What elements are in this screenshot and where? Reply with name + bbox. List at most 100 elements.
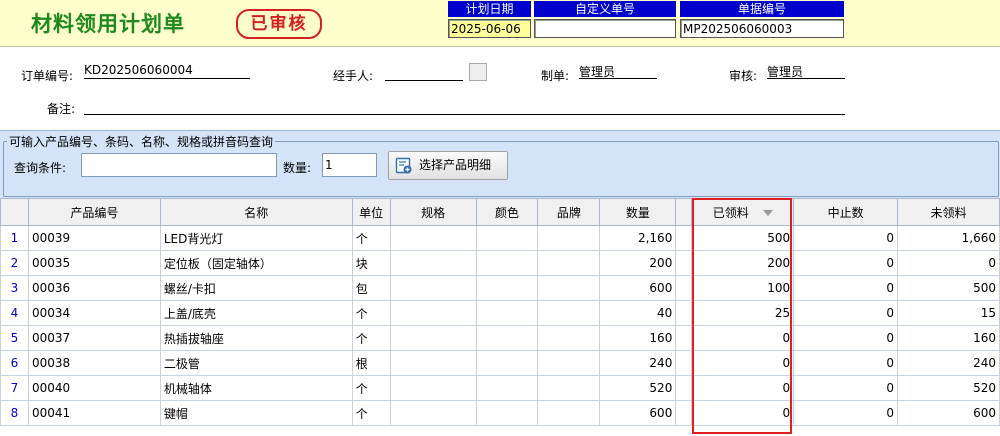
search-input[interactable] [81,153,277,177]
cell-name[interactable]: LED背光灯 [159,225,353,251]
table-row[interactable]: 3 00036 螺丝/卡扣包 600 100 0 500 [0,275,1000,301]
cell-color[interactable] [475,325,539,351]
handler-picker-button[interactable] [469,63,487,81]
cell-received[interactable]: 0 [691,400,795,426]
cell-spec[interactable] [389,375,477,401]
cell-code[interactable]: 00036 [27,275,161,301]
table-row[interactable]: 7 00040 机械轴体个 520 0 0 520 [0,375,1000,401]
cell-qty[interactable]: 160 [599,325,677,351]
cell-qty[interactable]: 520 [599,375,677,401]
cell-unit[interactable]: 个 [351,375,391,401]
cell-code[interactable]: 00038 [27,350,161,376]
cell-unit[interactable]: 包 [351,275,391,301]
cell-brand[interactable] [537,250,601,276]
table-row[interactable]: 6 00038 二极管根 240 0 0 240 [0,350,1000,376]
select-product-button[interactable]: 选择产品明细 [388,151,508,180]
cell-color[interactable] [475,350,539,376]
cell-brand[interactable] [537,375,601,401]
cell-received[interactable]: 25 [691,300,795,326]
cell-code[interactable]: 00037 [27,325,161,351]
cell-spec[interactable] [389,275,477,301]
cell-name[interactable]: 上盖/底壳 [159,300,353,326]
cell-received[interactable]: 0 [691,375,795,401]
cell-stopped[interactable]: 0 [793,375,899,401]
qty-input[interactable]: 1 [322,153,377,177]
col-header-stopped[interactable]: 中止数 [793,198,899,226]
plan-date-field[interactable]: 2025-06-06 [448,19,531,38]
cell-stopped[interactable]: 0 [793,225,899,251]
cell-brand[interactable] [537,225,601,251]
reviewer-field[interactable]: 管理员 [767,63,845,79]
cell-unreceived[interactable]: 160 [897,325,1000,351]
cell-color[interactable] [475,400,539,426]
cell-spec[interactable] [389,400,477,426]
cell-name[interactable]: 二极管 [159,350,353,376]
cell-received[interactable]: 0 [691,350,795,376]
cell-qty[interactable]: 40 [599,300,677,326]
col-header-name[interactable]: 名称 [159,198,353,226]
cell-received[interactable]: 100 [691,275,795,301]
cell-unit[interactable]: 个 [351,325,391,351]
col-header-unreceived[interactable]: 未领料 [897,198,1000,226]
col-header-received[interactable]: 已领料 [691,198,795,226]
cell-unreceived[interactable]: 600 [897,400,1000,426]
cell-name[interactable]: 键帽 [159,400,353,426]
cell-spec[interactable] [389,300,477,326]
cell-unit[interactable]: 块 [351,250,391,276]
cell-color[interactable] [475,275,539,301]
custom-no-field[interactable] [534,19,676,38]
cell-spec[interactable] [389,325,477,351]
cell-color[interactable] [475,375,539,401]
cell-stopped[interactable]: 0 [793,275,899,301]
cell-received[interactable]: 500 [691,225,795,251]
cell-qty[interactable]: 200 [599,250,677,276]
cell-unreceived[interactable]: 1,660 [897,225,1000,251]
col-header-spec[interactable]: 规格 [389,198,477,226]
cell-qty[interactable]: 600 [599,275,677,301]
order-no-field[interactable]: KD202506060004 [84,63,250,79]
cell-unreceived[interactable]: 240 [897,350,1000,376]
table-row[interactable]: 1 00039 LED背光灯个 2,160 500 0 1,660 [0,225,1000,251]
cell-name[interactable]: 定位板（固定轴体） [159,250,353,276]
maker-field[interactable]: 管理员 [579,63,657,79]
cell-unreceived[interactable]: 520 [897,375,1000,401]
cell-brand[interactable] [537,400,601,426]
cell-qty[interactable]: 600 [599,400,677,426]
cell-received[interactable]: 200 [691,250,795,276]
cell-name[interactable]: 热插拔轴座 [159,325,353,351]
cell-unit[interactable]: 根 [351,350,391,376]
table-row[interactable]: 2 00035 定位板（固定轴体）块 200 200 0 0 [0,250,1000,276]
col-header-brand[interactable]: 品牌 [537,198,601,226]
cell-code[interactable]: 00041 [27,400,161,426]
cell-spec[interactable] [389,250,477,276]
table-row[interactable]: 5 00037 热插拔轴座个 160 0 0 160 [0,325,1000,351]
cell-unit[interactable]: 个 [351,400,391,426]
cell-stopped[interactable]: 0 [793,250,899,276]
cell-qty[interactable]: 2,160 [599,225,677,251]
cell-brand[interactable] [537,325,601,351]
cell-code[interactable]: 00034 [27,300,161,326]
remark-field[interactable] [84,99,845,115]
cell-brand[interactable] [537,350,601,376]
cell-code[interactable]: 00035 [27,250,161,276]
cell-stopped[interactable]: 0 [793,350,899,376]
col-header-code[interactable]: 产品编号 [27,198,161,226]
cell-unit[interactable]: 个 [351,225,391,251]
cell-unreceived[interactable]: 0 [897,250,1000,276]
col-header-qty[interactable]: 数量 [599,198,677,226]
cell-name[interactable]: 机械轴体 [159,375,353,401]
cell-stopped[interactable]: 0 [793,325,899,351]
cell-color[interactable] [475,225,539,251]
cell-brand[interactable] [537,275,601,301]
cell-name[interactable]: 螺丝/卡扣 [159,275,353,301]
cell-unit[interactable]: 个 [351,300,391,326]
cell-stopped[interactable]: 0 [793,300,899,326]
cell-unreceived[interactable]: 15 [897,300,1000,326]
table-row[interactable]: 8 00041 键帽个 600 0 0 600 [0,400,1000,426]
cell-code[interactable]: 00039 [27,225,161,251]
handler-field[interactable] [385,65,463,81]
cell-color[interactable] [475,300,539,326]
col-header-unit[interactable]: 单位 [351,198,391,226]
cell-spec[interactable] [389,350,477,376]
cell-spec[interactable] [389,225,477,251]
